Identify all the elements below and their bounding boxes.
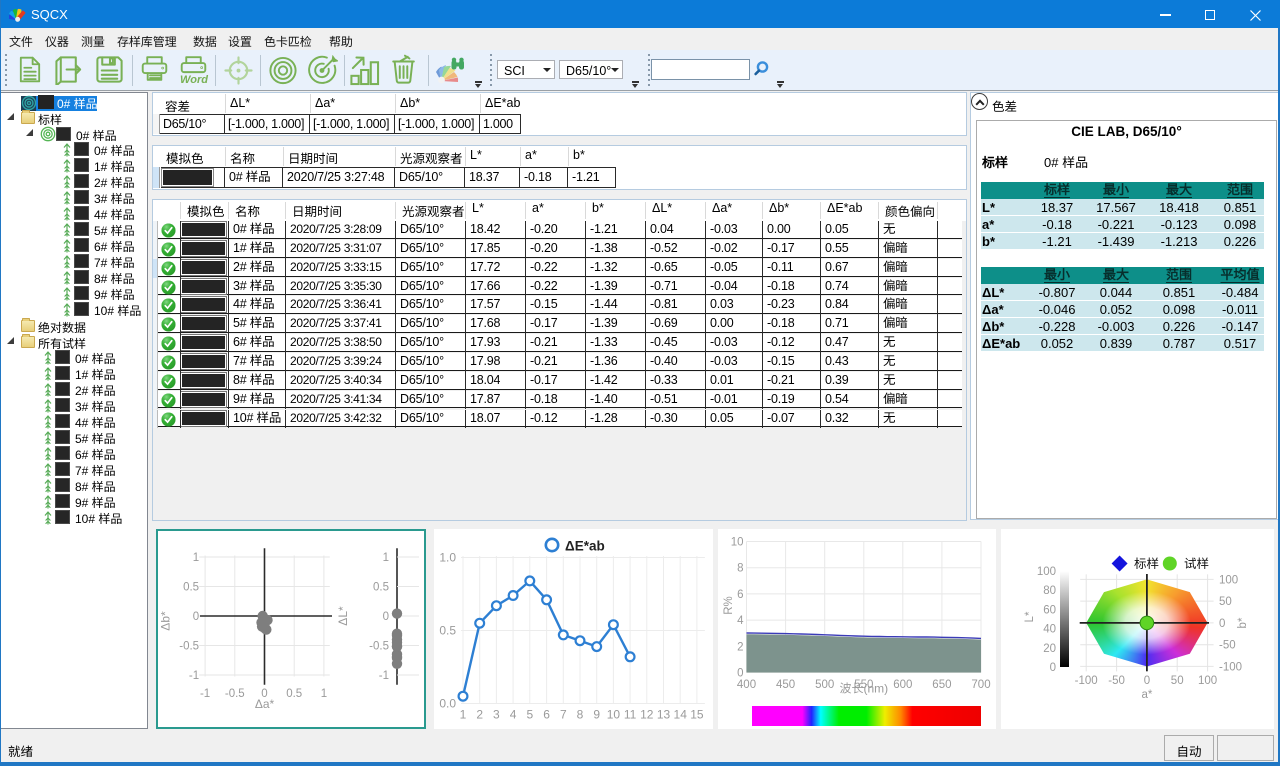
svg-text:0.5: 0.5 (286, 688, 302, 700)
svg-text:40: 40 (1043, 624, 1056, 636)
svg-text:0: 0 (383, 611, 389, 623)
svg-text:1: 1 (193, 552, 199, 564)
svg-text:b*: b* (1237, 617, 1249, 628)
svg-text:-100: -100 (1075, 675, 1098, 687)
svg-text:700: 700 (971, 679, 990, 691)
svg-text:8: 8 (737, 563, 743, 575)
svg-text:4: 4 (510, 708, 517, 722)
svg-text:a*: a* (1141, 689, 1152, 701)
svg-text:15: 15 (690, 708, 704, 722)
svg-text:Δa*: Δa* (255, 697, 275, 711)
svg-text:2: 2 (476, 708, 483, 722)
svg-text:7: 7 (560, 708, 567, 722)
svg-text:L*: L* (1024, 611, 1036, 622)
svg-text:4: 4 (737, 615, 744, 627)
svg-text:8: 8 (577, 708, 584, 722)
svg-text:-50: -50 (1219, 640, 1236, 652)
svg-text:6: 6 (737, 589, 743, 601)
svg-text:Δb*: Δb* (159, 611, 173, 631)
svg-text:-1: -1 (379, 670, 389, 682)
svg-text:50: 50 (1171, 675, 1184, 687)
svg-text:0.0: 0.0 (439, 697, 456, 711)
svg-text:ΔL*: ΔL* (336, 606, 350, 626)
svg-text:100: 100 (1198, 675, 1217, 687)
svg-text:10: 10 (731, 537, 744, 549)
svg-text:R%: R% (723, 596, 735, 615)
svg-text:6: 6 (543, 708, 550, 722)
svg-text:650: 650 (932, 679, 951, 691)
svg-text:9: 9 (593, 708, 600, 722)
svg-text:50: 50 (1219, 596, 1232, 608)
svg-text:20: 20 (1043, 643, 1056, 655)
svg-text:5: 5 (526, 708, 533, 722)
svg-text:ΔE*ab: ΔE*ab (565, 539, 605, 554)
svg-text:0: 0 (1144, 675, 1150, 687)
svg-text:0: 0 (1050, 662, 1056, 674)
svg-text:500: 500 (815, 679, 834, 691)
svg-text:1: 1 (383, 552, 389, 564)
svg-text:波长(nm): 波长(nm) (839, 682, 888, 696)
svg-text:0: 0 (737, 668, 743, 680)
svg-text:14: 14 (674, 708, 688, 722)
svg-text:12: 12 (640, 708, 654, 722)
svg-text:13: 13 (657, 708, 671, 722)
svg-text:100: 100 (1219, 574, 1238, 586)
svg-text:0.5: 0.5 (183, 582, 199, 594)
svg-text:1: 1 (321, 688, 327, 700)
svg-text:0: 0 (1219, 618, 1225, 630)
svg-text:600: 600 (893, 679, 912, 691)
svg-text:11: 11 (624, 708, 637, 722)
svg-text:-1: -1 (200, 688, 210, 700)
svg-text:450: 450 (776, 679, 795, 691)
svg-text:0: 0 (193, 611, 199, 623)
svg-text:-0.5: -0.5 (179, 641, 199, 653)
svg-text:1.0: 1.0 (439, 551, 456, 565)
svg-text:80: 80 (1043, 585, 1056, 597)
svg-text:-50: -50 (1108, 675, 1125, 687)
svg-text:60: 60 (1043, 604, 1056, 616)
svg-text:-1: -1 (189, 670, 199, 682)
svg-text:1: 1 (460, 708, 467, 722)
svg-text:400: 400 (737, 679, 756, 691)
svg-text:-0.5: -0.5 (225, 688, 245, 700)
svg-text:0.5: 0.5 (439, 624, 456, 638)
svg-text:-100: -100 (1219, 661, 1242, 673)
svg-text:0.5: 0.5 (373, 582, 389, 594)
svg-text:3: 3 (493, 708, 500, 722)
svg-text:标样: 标样 (1134, 557, 1159, 571)
svg-text:-0.5: -0.5 (369, 641, 389, 653)
svg-text:试样: 试样 (1184, 557, 1209, 571)
svg-text:2: 2 (737, 641, 743, 653)
svg-text:10: 10 (607, 708, 621, 722)
svg-text:100: 100 (1037, 566, 1056, 578)
